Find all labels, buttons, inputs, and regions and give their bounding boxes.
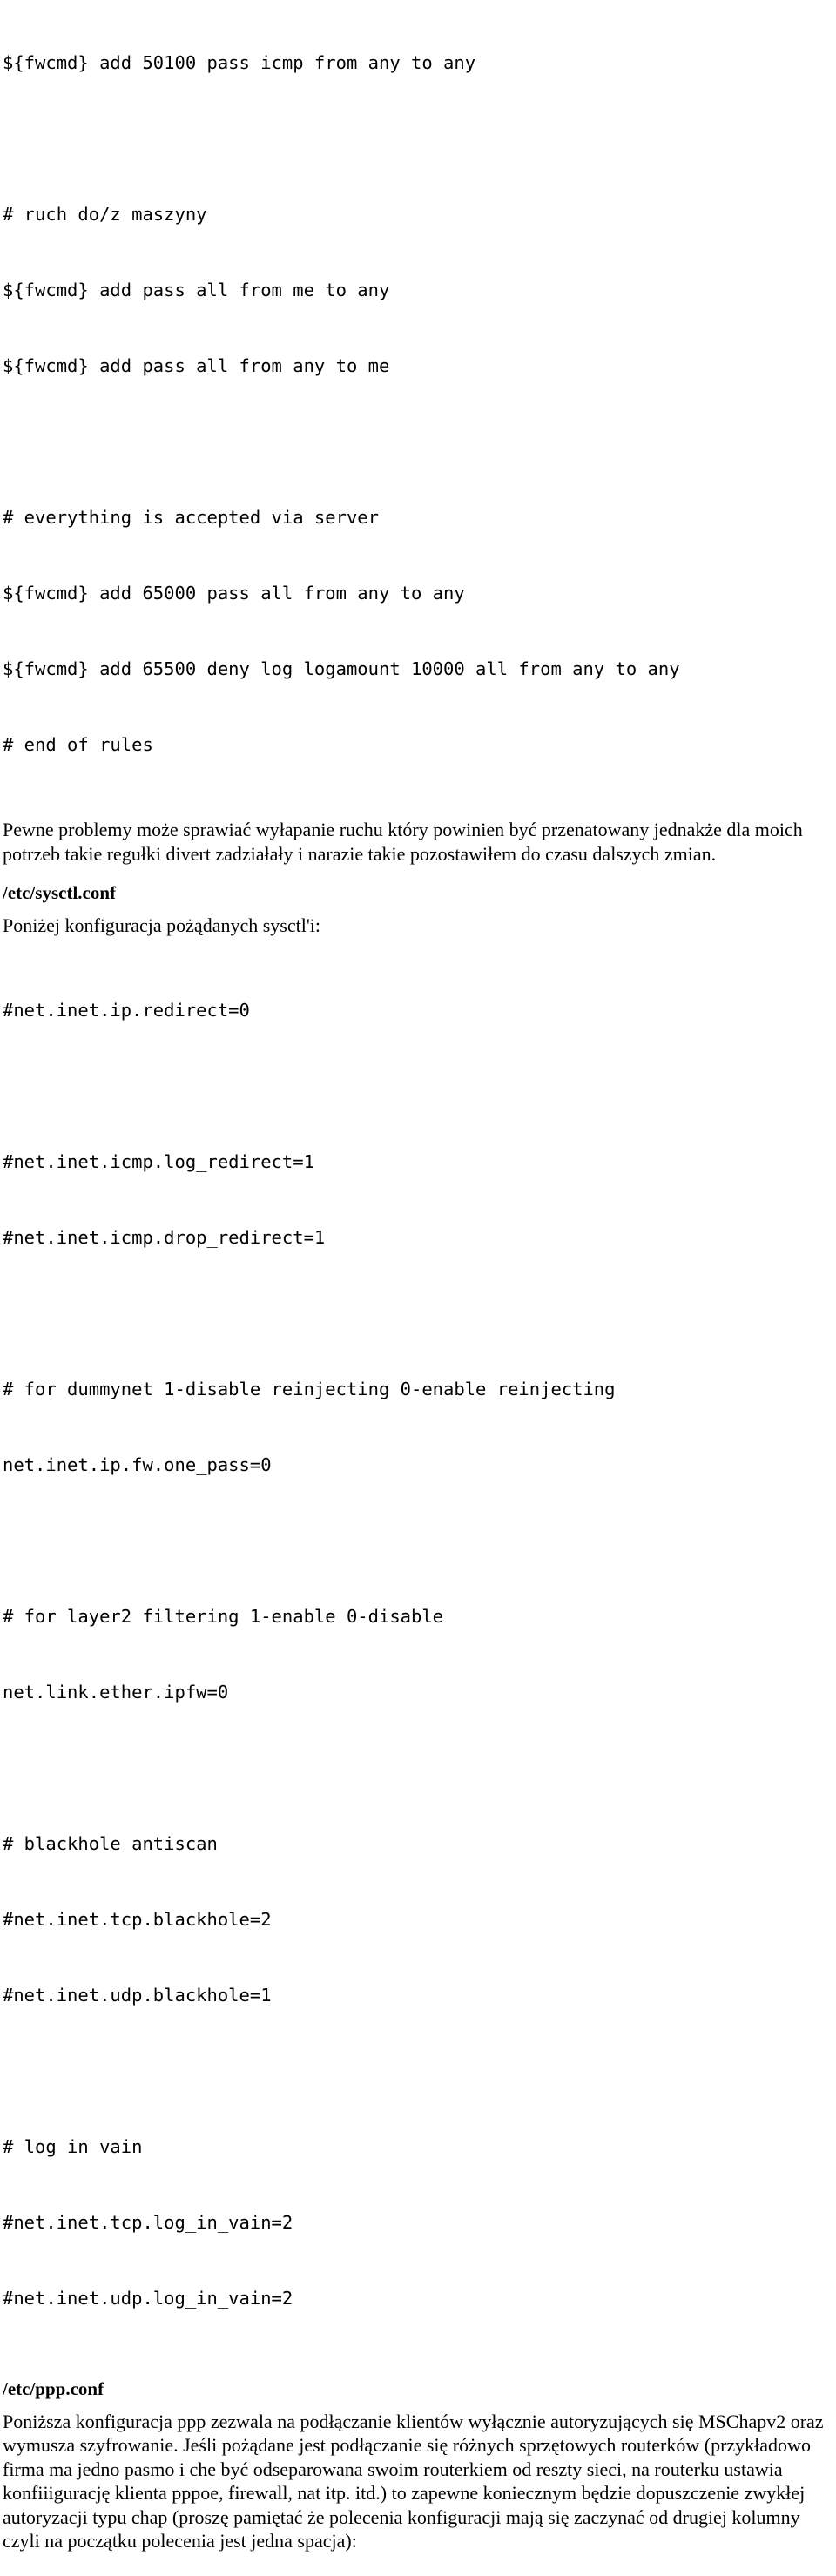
spacer [0,938,836,947]
code-line: # everything is accepted via server [3,505,836,530]
code-line: ${fwcmd} add 65000 pass all from any to … [3,581,836,606]
ppp-conf-code-block: ########################################… [0,2563,836,2576]
code-line: # ruch do/z maszyny [3,202,836,227]
code-line-blank [3,1301,836,1326]
spacer [0,904,836,914]
code-line: #net.inet.icmp.drop_redirect=1 [3,1225,836,1251]
document-page: ${fwcmd} add 50100 pass icmp from any to… [0,0,836,1288]
code-line-blank [3,2059,836,2084]
spacer [0,2553,836,2563]
code-line: #net.inet.icmp.log_redirect=1 [3,1150,836,1175]
code-line: #net.inet.tcp.log_in_vain=2 [3,2210,836,2235]
code-line: net.inet.ip.fw.one_pass=0 [3,1453,836,1478]
spacer [0,866,836,881]
code-line: ${fwcmd} add 65500 deny log logamount 10… [3,657,836,682]
paragraph-ppp-notes: Poniższa konfiguracja ppp zezwala na pod… [0,2410,836,2553]
spacer [0,808,836,818]
sysctl-intro-text: Poniżej konfiguracja pożądanych sysctl'i… [0,914,836,938]
ipfw-rules-code-block: ${fwcmd} add 50100 pass icmp from any to… [0,0,836,808]
code-line-blank [3,1074,836,1099]
code-line: # blackhole antiscan [3,1831,836,1857]
code-line: ${fwcmd} add pass all from me to any [3,278,836,303]
heading-sysctl-conf: /etc/sysctl.conf [0,881,836,904]
code-line: # for dummynet 1-disable reinjecting 0-e… [3,1377,836,1402]
code-line: ${fwcmd} add pass all from any to me [3,354,836,379]
code-line-blank [3,1756,836,1781]
code-line: # for layer2 filtering 1-enable 0-disabl… [3,1604,836,1629]
code-line: #net.inet.udp.blackhole=1 [3,1983,836,2008]
code-line: #net.inet.udp.log_in_vain=2 [3,2286,836,2311]
paragraph-divert-notes: Pewne problemy może sprawiać wyłapanie r… [0,818,836,866]
code-line: #net.inet.ip.redirect=0 [3,998,836,1023]
code-line-blank [3,429,836,455]
code-line: net.link.ether.ipfw=0 [3,1680,836,1705]
sysctl-conf-code-block: #net.inet.ip.redirect=0 #net.inet.icmp.l… [0,947,836,2362]
heading-ppp-conf: /etc/ppp.conf [0,2377,836,2400]
code-line: # end of rules [3,732,836,758]
code-line-blank [3,126,836,152]
code-line: #net.inet.tcp.blackhole=2 [3,1907,836,1932]
spacer [0,2400,836,2410]
code-line-blank [3,1528,836,1554]
spacer [0,2362,836,2377]
code-line: ${fwcmd} add 50100 pass icmp from any to… [3,51,836,76]
code-line: # log in vain [3,2134,836,2160]
